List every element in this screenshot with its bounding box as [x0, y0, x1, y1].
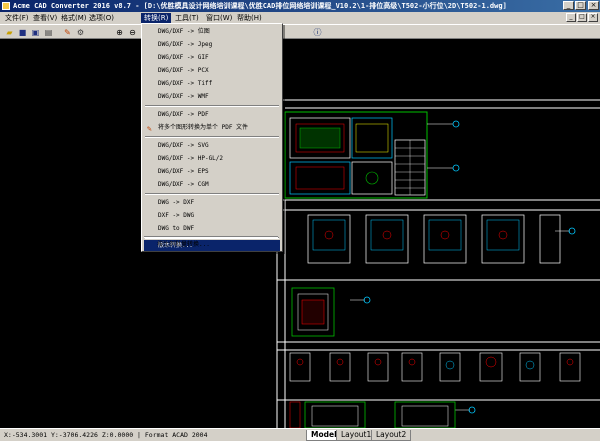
zoom-in-icon[interactable]: ⊕	[114, 27, 125, 38]
drawing-canvas[interactable]	[0, 40, 600, 428]
menu-view[interactable]: 查看(V)	[30, 13, 60, 23]
window-title: Acme CAD Converter 2016 v8.7 - [D:\优胜模具设…	[13, 2, 507, 10]
mdi-restore-button[interactable]: □	[577, 13, 587, 22]
title-bar: Acme CAD Converter 2016 v8.7 - [D:\优胜模具设…	[0, 0, 600, 12]
menu-separator	[144, 236, 278, 238]
minimize-button[interactable]: _	[563, 1, 574, 10]
print-icon[interactable]: ▤	[43, 27, 54, 38]
menu-item-dwg-to-dwf[interactable]: DWG to DWF	[144, 223, 280, 235]
menu-convert[interactable]: 转换(R)	[141, 13, 172, 23]
menu-separator	[145, 193, 279, 195]
status-bar: X:-534.3001 Y:-3706.4226 Z:0.0000 | Form…	[0, 428, 600, 441]
menu-item-to-pcx[interactable]: DWG/DXF -> PCX	[144, 65, 280, 77]
maximize-button[interactable]: □	[575, 1, 586, 10]
convert-icon[interactable]: ✎	[62, 27, 73, 38]
menu-tools[interactable]: 工具(T)	[172, 13, 202, 23]
menu-separator	[145, 105, 279, 107]
menu-item-to-pdf[interactable]: DWG/DXF -> PDF	[144, 109, 280, 121]
mdi-minimize-button[interactable]: _	[566, 13, 576, 22]
menu-item-to-cgm[interactable]: DWG/DXF -> CGM	[144, 179, 280, 191]
zoom-out-icon[interactable]: ⊖	[127, 27, 138, 38]
menu-item-to-eps[interactable]: DWG/DXF -> EPS	[144, 166, 280, 178]
menu-item-to-hpgl[interactable]: DWG/DXF -> HP-GL/2	[144, 153, 280, 165]
save-as-icon[interactable]: ▣	[30, 27, 41, 38]
menu-options[interactable]: 选项(O)	[86, 13, 117, 23]
menu-format[interactable]: 格式(M)	[58, 13, 90, 23]
menu-help[interactable]: 帮助(H)	[234, 13, 265, 23]
save-icon[interactable]: ■	[17, 27, 28, 38]
menu-separator	[145, 136, 279, 138]
pdf-merge-icon: ✎	[147, 124, 152, 133]
cad-drawing	[276, 99, 600, 428]
menu-bar: 文件(F) 查看(V) 格式(M) 选项(O) 转换(R) 工具(T) 窗口(W…	[0, 12, 600, 24]
menu-item-to-gif[interactable]: DWG/DXF -> GIF	[144, 52, 280, 64]
tab-layout2[interactable]: Layout2	[371, 430, 412, 441]
menu-item-merge-pdf-label: 将多个图形转换为单个 PDF 文件	[158, 124, 249, 131]
coordinate-readout: X:-534.3001 Y:-3706.4226 Z:0.0000 | Form…	[4, 431, 208, 439]
settings-icon[interactable]: ⚙	[75, 27, 86, 38]
menu-window[interactable]: 窗口(W)	[203, 13, 235, 23]
close-button[interactable]: ×	[588, 1, 599, 10]
app-icon	[2, 2, 10, 10]
mdi-close-button[interactable]: ×	[588, 13, 598, 22]
menu-item-dwg-to-dxf[interactable]: DWG -> DXF	[144, 197, 280, 209]
menu-item-batch-scale-convert[interactable]: 按比例批量转换...	[143, 239, 279, 251]
menu-item-to-bitmap[interactable]: DWG/DXF -> 位图	[144, 26, 280, 38]
menu-item-merge-pdf[interactable]: ✎ 将多个图形转换为单个 PDF 文件	[144, 122, 280, 134]
menu-item-to-svg[interactable]: DWG/DXF -> SVG	[144, 140, 280, 152]
menu-item-to-jpeg[interactable]: DWG/DXF -> Jpeg	[144, 39, 280, 51]
info-icon[interactable]: ⓘ	[312, 27, 323, 38]
menu-item-to-tiff[interactable]: DWG/DXF -> Tiff	[144, 78, 280, 90]
toolbar: ▰ ■ ▣ ▤ ✎ ⚙ ⊕ ⊖ ⓘ	[0, 24, 600, 39]
menu-file[interactable]: 文件(F)	[2, 13, 32, 23]
menu-item-to-wmf[interactable]: DWG/DXF -> WMF	[144, 91, 280, 103]
open-icon[interactable]: ▰	[4, 27, 15, 38]
menu-item-dxf-to-dwg[interactable]: DXF -> DWG	[144, 210, 280, 222]
convert-menu: DWG/DXF -> 位图 DWG/DXF -> Jpeg DWG/DXF ->…	[141, 23, 283, 252]
